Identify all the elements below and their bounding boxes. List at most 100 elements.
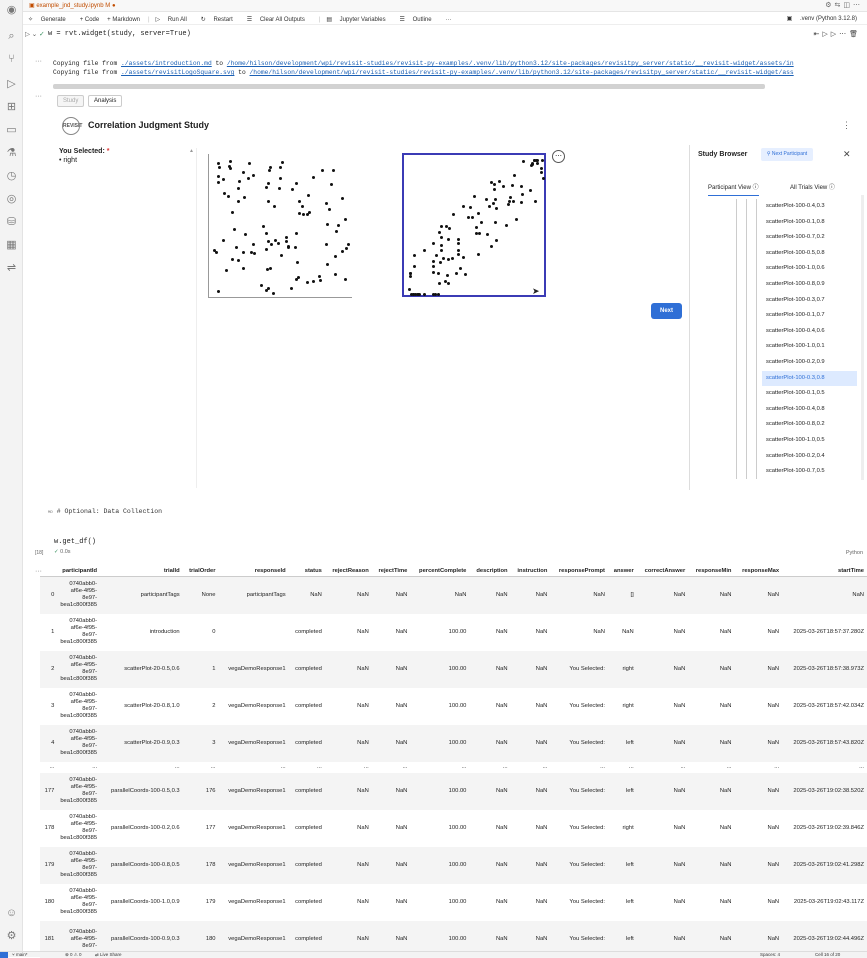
trial-list-item[interactable]: scatterPlot-100-0.4,0.6	[762, 324, 857, 340]
testing-icon[interactable]: ⚗	[5, 147, 18, 160]
cell3-code[interactable]: w.get_df()	[54, 538, 96, 546]
collapse-caret-icon[interactable]: ▲	[189, 148, 194, 154]
jupyter-icon[interactable]: ▦	[5, 239, 18, 252]
scatter-point	[216, 174, 220, 178]
run-by-line-icon[interactable]: ⇤	[813, 31, 822, 38]
more-actions-button[interactable]: ···	[446, 17, 452, 23]
account-icon[interactable]: ◉	[5, 4, 18, 17]
markdown-cell[interactable]: MD # Optional: Data Collection	[48, 508, 162, 515]
dst-link[interactable]: /home/hilson/development/wpi/revisit-stu…	[227, 60, 794, 67]
trial-list-item[interactable]: scatterPlot-100-0.1,0.5	[762, 386, 857, 402]
docker-icon[interactable]: ◎	[5, 193, 18, 206]
dst-link[interactable]: /home/hilson/development/wpi/revisit-stu…	[250, 69, 794, 76]
live-share-button[interactable]: ⇌ Live Share	[95, 952, 122, 958]
trial-list-item[interactable]: scatterPlot-100-0.5,0.8	[762, 246, 857, 262]
database-icon[interactable]: ⛁	[5, 216, 18, 229]
trial-list-item[interactable]: scatterPlot-100-0.4,0.8	[762, 402, 857, 418]
indent-indicator[interactable]: Spaces: 4	[760, 952, 780, 958]
widget-output-more-icon[interactable]: ···	[35, 93, 42, 100]
outline-icon: ☰	[399, 17, 405, 23]
trial-list-item[interactable]: scatterPlot-100-1.0,0.6	[762, 261, 857, 277]
copy-output-line-1: Copying file from ./assets/introduction.…	[53, 60, 867, 68]
close-icon[interactable]: ✕	[843, 149, 851, 160]
share-icon[interactable]: ⇌	[5, 262, 18, 275]
output-horizontal-scrollbar[interactable]	[53, 84, 765, 89]
remote-indicator[interactable]	[0, 952, 8, 958]
cell-language[interactable]: Python	[846, 550, 863, 556]
output-more-icon[interactable]: ···	[35, 58, 42, 65]
add-markdown-button[interactable]: + Markdown	[107, 17, 140, 23]
trial-list-item[interactable]: scatterPlot-100-0.7,0.2	[762, 230, 857, 246]
trial-list-item[interactable]: scatterPlot-100-0.2,0.9	[762, 355, 857, 371]
scatter-point	[265, 288, 269, 292]
table-cell: NaN	[782, 576, 867, 614]
tab-study[interactable]: Study	[57, 95, 85, 107]
jupyter-variables-button[interactable]: ▤ Jupyter Variables	[326, 17, 391, 23]
run-debug-icon[interactable]: ▷	[5, 78, 18, 91]
selected-header: You Selected: *	[59, 148, 196, 155]
trial-list-item[interactable]: scatterPlot-100-0.2,0.4	[762, 449, 857, 465]
trial-list-item[interactable]: scatterPlot-100-0.3,0.7	[762, 293, 857, 309]
widget-menu-icon[interactable]: ⋮	[842, 120, 851, 131]
generate-button[interactable]: ✧ Generate	[28, 17, 72, 23]
more-icon[interactable]: ⋯	[853, 2, 863, 9]
trial-list-item[interactable]: scatterPlot-100-0.8,0.9	[762, 277, 857, 293]
browser-scrollbar[interactable]	[861, 195, 864, 480]
run-all-button[interactable]: ▷ Run All	[155, 17, 192, 23]
trial-list-item[interactable]: scatterPlot-100-0.7,0.5	[762, 464, 857, 479]
scatter-plot-left[interactable]	[208, 154, 352, 298]
delete-cell-icon[interactable]: 🗑	[849, 31, 861, 38]
settings-gear-icon[interactable]: ⚙	[5, 930, 18, 943]
outline-button[interactable]: ☰ Outline	[400, 17, 438, 23]
restart-button[interactable]: ↻ Restart	[201, 17, 239, 23]
src-link[interactable]: ./assets/introduction.md	[121, 60, 212, 67]
table-cell: vegaDemoResponse1	[228, 703, 286, 709]
table-cell: NaN	[469, 576, 511, 614]
scatter-point	[452, 213, 456, 217]
trial-list-item[interactable]: scatterPlot-100-1.0,0.5	[762, 433, 857, 449]
trial-list-item[interactable]: scatterPlot-100-0.8,0.2	[762, 417, 857, 433]
remote-explorer-icon[interactable]: ▭	[5, 124, 18, 137]
timeline-icon[interactable]: ◷	[5, 170, 18, 183]
split-editor-icon[interactable]: ◫	[843, 2, 853, 9]
kernel-picker[interactable]: ▣ .venv (Python 3.12.8)	[787, 15, 863, 22]
cell1-code[interactable]: w = rvt.widget(study, server=True)	[48, 30, 191, 38]
table-cell: NaN	[395, 629, 408, 635]
next-button[interactable]: Next	[651, 303, 682, 319]
trial-list-item[interactable]: scatterPlot-100-0.3,0.8	[762, 370, 857, 387]
src-link[interactable]: ./assets/revisitLogoSquare.svg	[121, 69, 234, 76]
execute-above-icon[interactable]: ▷	[822, 31, 830, 38]
more-cell-icon[interactable]: ⋯	[839, 31, 849, 38]
problems-indicator[interactable]: ⊗ 0 ⚠ 0	[65, 952, 82, 958]
scatter-point	[497, 180, 501, 184]
table-cell: left	[607, 772, 637, 810]
table-cell: NaN	[357, 825, 369, 831]
plot-options-icon[interactable]: ⋯	[552, 150, 565, 163]
trial-list-item[interactable]: scatterPlot-100-0.1,0.8	[762, 215, 857, 231]
settings-icon[interactable]: ⚙	[825, 2, 834, 9]
cell-run-indicator[interactable]: ▷ ⌄ ✓	[25, 30, 45, 38]
tab-analysis[interactable]: Analysis	[88, 95, 123, 107]
execute-below-icon[interactable]: ▷	[831, 31, 839, 38]
branch-indicator[interactable]: ⑂ main*	[12, 952, 27, 958]
tab-all-trials-view[interactable]: All Trials View ⓘ	[790, 182, 835, 191]
trial-list-item[interactable]: scatterPlot-100-0.1,0.7	[762, 308, 857, 324]
scatter-point	[448, 226, 452, 230]
scatter-point	[477, 232, 481, 236]
next-participant-button[interactable]: ⚲ Next Participant	[761, 148, 813, 161]
trial-list-item[interactable]: scatterPlot-100-0.4,0.3	[762, 199, 857, 215]
unsaved-dot-icon[interactable]: ●	[112, 3, 116, 9]
table-cell: NaN	[688, 772, 735, 810]
extensions-icon[interactable]: ⊞	[5, 101, 18, 114]
notebook-tab[interactable]: ▣ example_jnd_study.ipynb M ●	[29, 2, 116, 9]
trial-list-item[interactable]: scatterPlot-100-1.0,0.1	[762, 339, 857, 355]
scatter-plot-right[interactable]	[402, 153, 546, 297]
tab-participant-view[interactable]: Participant View ⓘ	[708, 182, 759, 196]
account-bottom-icon[interactable]: ☺	[5, 907, 18, 920]
cell-position[interactable]: Cell 16 of 20	[815, 952, 840, 958]
source-control-icon[interactable]: ⑂	[5, 53, 18, 66]
search-icon[interactable]: ⌕	[5, 30, 18, 43]
scatter-point	[440, 224, 444, 228]
clear-outputs-button[interactable]: ☰ Clear All Outputs	[247, 17, 311, 23]
add-code-button[interactable]: + Code	[80, 17, 100, 23]
